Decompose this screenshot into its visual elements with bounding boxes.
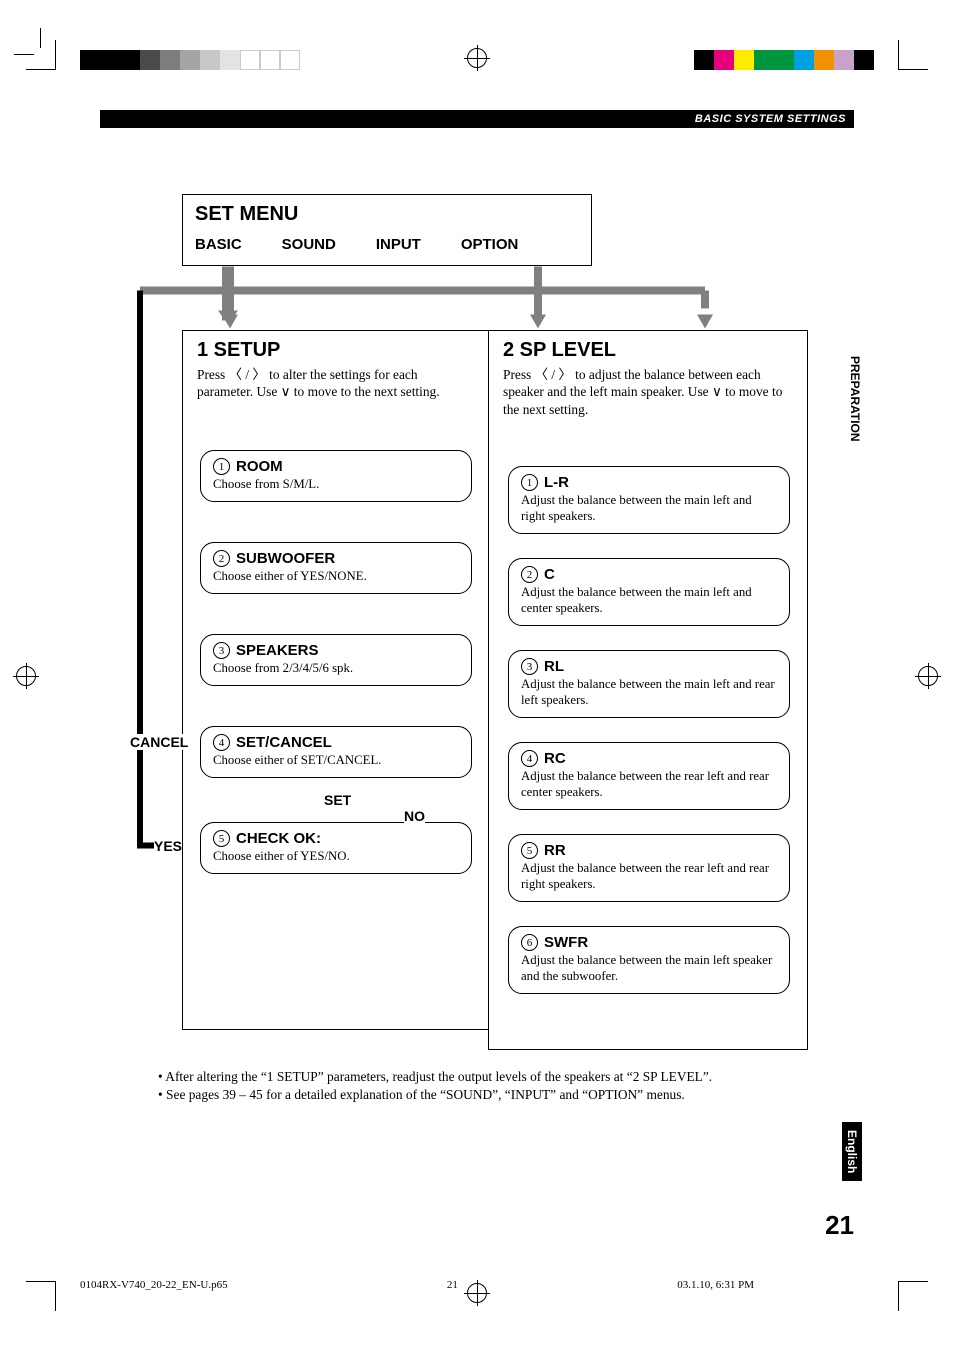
print-footer: 0104RX-V740_20-22_EN-U.p65 21 03.1.10, 6… — [100, 1279, 854, 1291]
footer-file: 0104RX-V740_20-22_EN-U.p65 — [80, 1279, 228, 1291]
footer-stamp: 03.1.10, 6:31 PM — [677, 1279, 754, 1291]
step-room-desc: Choose from S/M/L. — [213, 477, 459, 493]
side-tab-english: English — [842, 1122, 862, 1181]
sp-level-desc: Press 〈 / 〉 to adjust the balance betwee… — [503, 366, 793, 418]
set-menu-tabs: BASIC SOUND INPUT OPTION — [195, 236, 579, 253]
step-room: 1 ROOM Choose from S/M/L. — [200, 450, 472, 502]
crop-mark-br — [898, 1281, 928, 1311]
crop-mark-bl — [26, 1281, 56, 1311]
circled-1b-icon: 1 — [521, 474, 538, 491]
step-lr-title: L-R — [544, 474, 569, 491]
step-rc: 4 RC Adjust the balance between the rear … — [508, 742, 790, 810]
crop-mark-tl — [26, 40, 56, 70]
step-rc-title: RC — [544, 750, 566, 767]
step-swfr: 6 SWFR Adjust the balance between the mai… — [508, 926, 790, 994]
step-rl: 3 RL Adjust the balance between the main … — [508, 650, 790, 718]
step-subwoofer: 2 SUBWOOFER Choose either of YES/NONE. — [200, 542, 472, 594]
step-lr-desc: Adjust the balance between the main left… — [521, 493, 777, 525]
step-room-title: ROOM — [236, 458, 283, 475]
circled-1-icon: 1 — [213, 458, 230, 475]
crop-mark-tr — [898, 40, 928, 70]
footer-page: 21 — [447, 1279, 458, 1291]
step-c-desc: Adjust the balance between the main left… — [521, 585, 777, 617]
section-header-bar: BASIC SYSTEM SETTINGS — [100, 110, 854, 128]
circled-2-icon: 2 — [213, 550, 230, 567]
color-bar-grayscale — [80, 50, 300, 70]
step-c: 2C Adjust the balance between the main l… — [508, 558, 790, 626]
step-subwoofer-title: SUBWOOFER — [236, 550, 335, 567]
step-speakers: 3 SPEAKERS Choose from 2/3/4/5/6 spk. — [200, 634, 472, 686]
tab-sound: SOUND — [282, 236, 336, 253]
registration-mark-right — [918, 666, 938, 686]
step-rr-desc: Adjust the balance between the rear left… — [521, 861, 777, 893]
footnote-2: See pages 39 – 45 for a detailed explana… — [158, 1087, 814, 1103]
step-rl-title: RL — [544, 658, 564, 675]
footnotes: After altering the “1 SETUP” parameters,… — [158, 1069, 814, 1105]
flow-label-yes: YES — [154, 838, 182, 854]
tab-basic: BASIC — [195, 236, 242, 253]
step-speakers-title: SPEAKERS — [236, 642, 319, 659]
flow-label-no: NO — [404, 808, 425, 824]
step-check-ok-desc: Choose either of YES/NO. — [213, 849, 459, 865]
step-subwoofer-desc: Choose either of YES/NONE. — [213, 569, 459, 585]
step-set-cancel-title: SET/CANCEL — [236, 734, 332, 751]
circled-3-icon: 3 — [213, 642, 230, 659]
menu-flow-diagram: SET MENU BASIC SOUND INPUT OPTION 1 SETU… — [100, 190, 822, 1071]
circled-5b-icon: 5 — [521, 842, 538, 859]
step-swfr-title: SWFR — [544, 934, 588, 951]
section-header-text: BASIC SYSTEM SETTINGS — [695, 113, 846, 125]
step-rr-title: RR — [544, 842, 566, 859]
setup-title: 1 SETUP — [197, 339, 475, 362]
step-speakers-desc: Choose from 2/3/4/5/6 spk. — [213, 661, 459, 677]
step-rc-desc: Adjust the balance between the rear left… — [521, 769, 777, 801]
step-check-ok-title: CHECK OK: — [236, 830, 321, 847]
page-content: BASIC SYSTEM SETTINGS PREPARATION Englis… — [100, 100, 854, 1251]
step-swfr-desc: Adjust the balance between the main left… — [521, 953, 777, 985]
tab-option: OPTION — [461, 236, 519, 253]
step-set-cancel-desc: Choose either of SET/CANCEL. — [213, 753, 459, 769]
flow-label-cancel: CANCEL — [130, 734, 188, 750]
flow-label-set: SET — [324, 792, 351, 808]
circled-6-icon: 6 — [521, 934, 538, 951]
set-menu-title: SET MENU — [195, 203, 579, 226]
tab-input: INPUT — [376, 236, 421, 253]
set-menu-box: SET MENU BASIC SOUND INPUT OPTION — [182, 194, 592, 266]
setup-desc: Press 〈 / 〉 to alter the settings for ea… — [197, 366, 475, 401]
step-rr: 5 RR Adjust the balance between the rear … — [508, 834, 790, 902]
step-rl-desc: Adjust the balance between the main left… — [521, 677, 777, 709]
step-lr: 1 L-R Adjust the balance between the main… — [508, 466, 790, 534]
step-c-title: C — [544, 566, 555, 583]
side-tab-preparation: PREPARATION — [848, 354, 862, 444]
footnote-1: After altering the “1 SETUP” parameters,… — [158, 1069, 814, 1085]
circled-5-icon: 5 — [213, 830, 230, 847]
step-set-cancel: 4 SET/CANCEL Choose either of SET/CANCEL. — [200, 726, 472, 778]
registration-mark-top — [467, 48, 487, 68]
step-check-ok: 5 CHECK OK: Choose either of YES/NO. — [200, 822, 472, 874]
color-bar-cmyk — [694, 50, 874, 70]
page-number: 21 — [825, 1210, 854, 1241]
circled-2b-icon: 2 — [521, 566, 538, 583]
circled-3b-icon: 3 — [521, 658, 538, 675]
sp-level-title: 2 SP LEVEL — [503, 339, 793, 362]
registration-mark-left — [16, 666, 36, 686]
circled-4b-icon: 4 — [521, 750, 538, 767]
circled-4-icon: 4 — [213, 734, 230, 751]
